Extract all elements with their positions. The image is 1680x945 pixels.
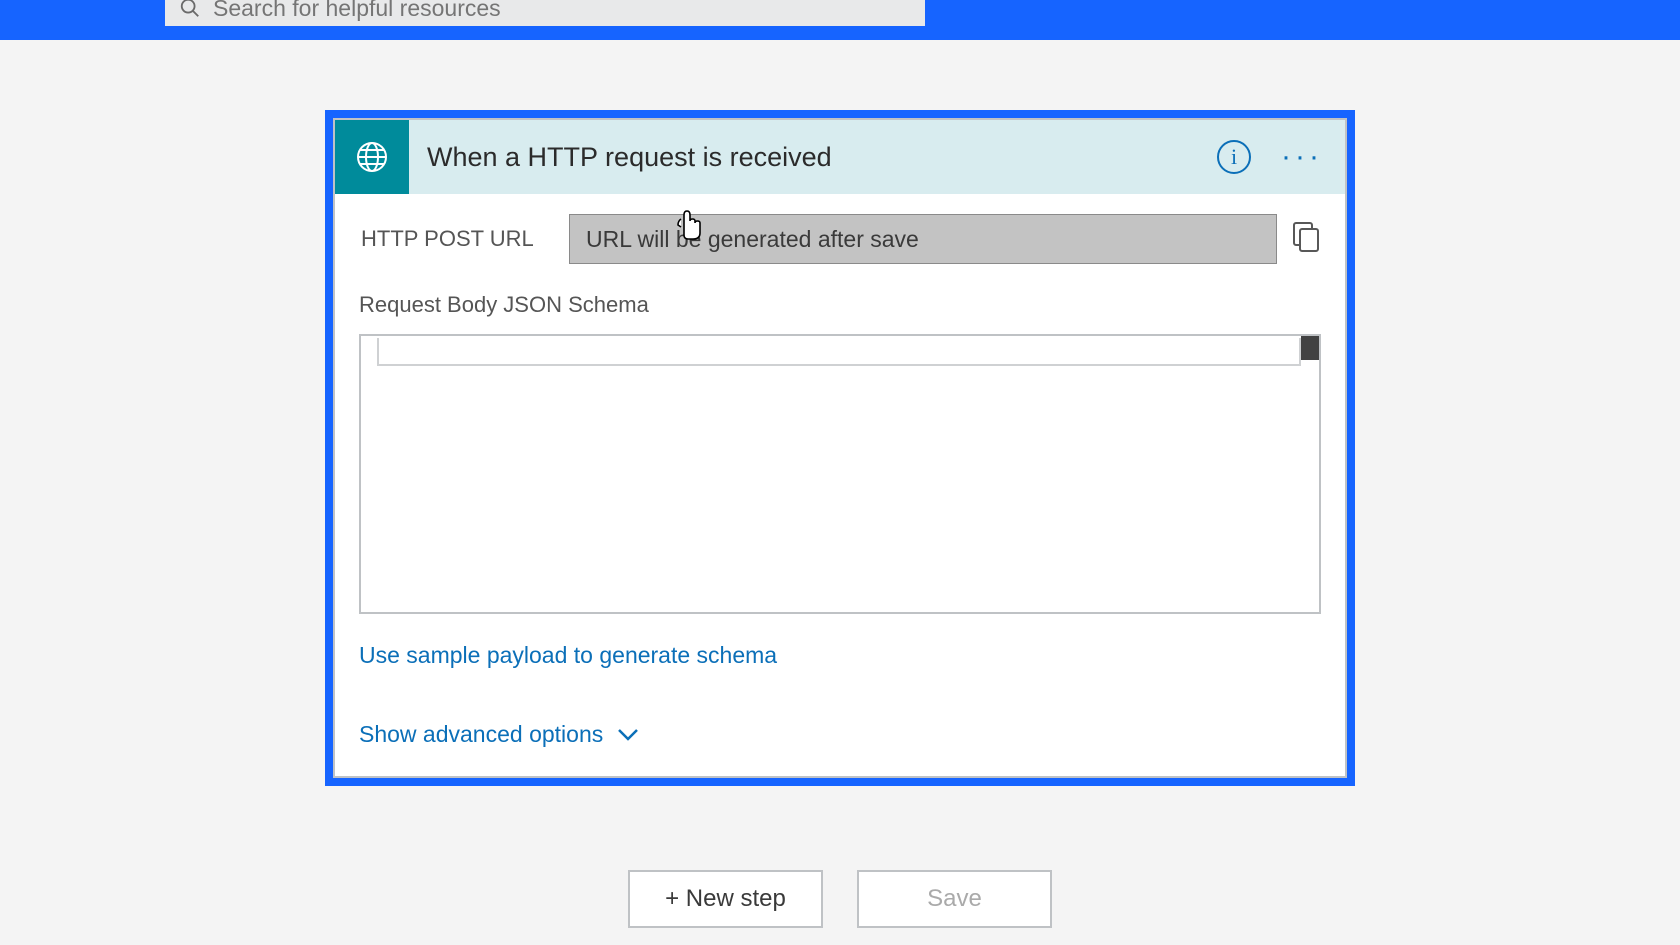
schema-label: Request Body JSON Schema [359,292,1321,318]
copy-icon [1291,220,1321,254]
http-post-url-label: HTTP POST URL [359,226,569,252]
scrollbar-thumb[interactable] [1301,336,1319,360]
trigger-title: When a HTTP request is received [409,142,1217,173]
chevron-down-icon [617,728,639,742]
designer-footer-actions: + New step Save [0,870,1680,928]
advanced-options-label: Show advanced options [359,721,603,748]
schema-textarea[interactable] [359,334,1321,614]
top-bar [0,0,1680,40]
new-step-button[interactable]: + New step [628,870,823,928]
trigger-card-selected: When a HTTP request is received i ··· HT… [325,110,1355,786]
schema-inner-border [377,338,1301,366]
copy-url-button[interactable] [1291,220,1321,259]
save-button: Save [857,870,1052,928]
search-icon [179,0,201,19]
show-advanced-options[interactable]: Show advanced options [359,721,1321,748]
search-input[interactable] [213,0,911,22]
more-menu-button[interactable]: ··· [1281,140,1323,174]
search-box[interactable] [165,0,925,26]
designer-canvas: When a HTTP request is received i ··· HT… [0,40,1680,945]
about-button[interactable]: i [1217,140,1251,174]
http-request-icon [335,120,409,194]
http-post-url-field: URL will be generated after save [569,214,1277,264]
trigger-header[interactable]: When a HTTP request is received i ··· [335,120,1345,194]
use-sample-payload-link[interactable]: Use sample payload to generate schema [359,642,777,669]
trigger-card[interactable]: When a HTTP request is received i ··· HT… [333,118,1347,778]
trigger-body: HTTP POST URL URL will be generated afte… [335,194,1345,776]
